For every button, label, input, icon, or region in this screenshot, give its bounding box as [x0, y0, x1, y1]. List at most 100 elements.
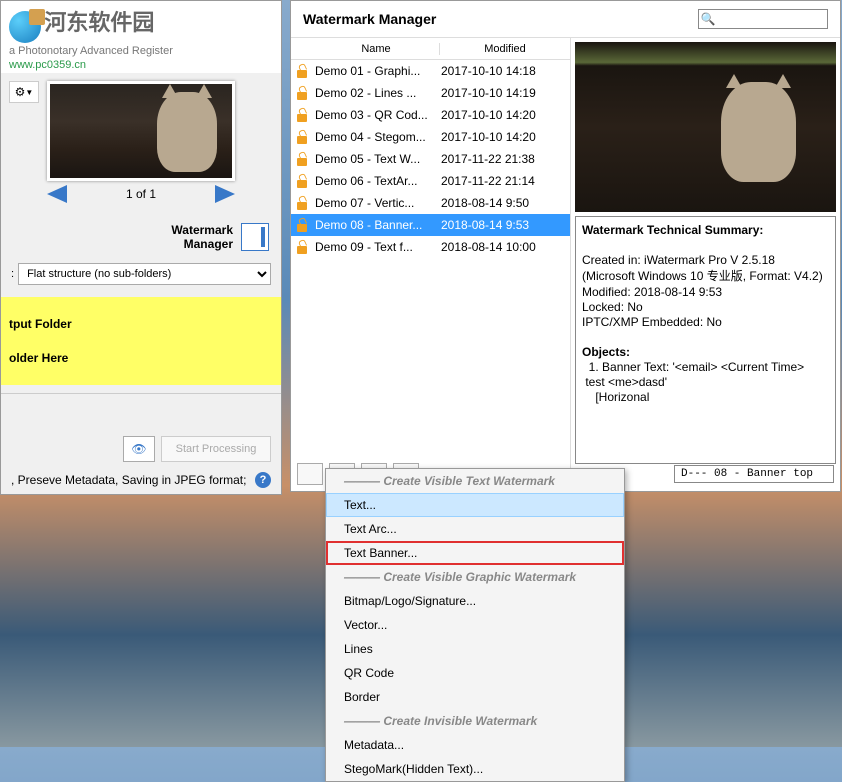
menu-border[interactable]: Border: [326, 685, 624, 709]
watermark-list: Name Modified Demo 01 - Graphi...2017-10…: [291, 38, 571, 468]
menu-vector[interactable]: Vector...: [326, 613, 624, 637]
lock-open-icon: [295, 86, 311, 100]
top-menu[interactable]: a Photonotary Advanced Register: [9, 45, 273, 57]
gear-button[interactable]: ⚙ ▼: [9, 81, 39, 103]
lock-open-icon: [295, 218, 311, 232]
help-icon[interactable]: ?: [255, 472, 271, 488]
preview-cat: [721, 82, 796, 182]
menu-text-arc[interactable]: Text Arc...: [326, 517, 624, 541]
lock-open-icon: [295, 152, 311, 166]
menu-bitmap[interactable]: Bitmap/Logo/Signature...: [326, 589, 624, 613]
watermark-modified: 2017-10-10 14:20: [441, 130, 566, 144]
left-panel: 河东软件园 a Photonotary Advanced Register ww…: [0, 0, 282, 495]
menu-header-invisible: Create Invisible Watermark: [326, 709, 624, 733]
column-modified[interactable]: Modified: [440, 43, 570, 55]
menu-lines[interactable]: Lines: [326, 637, 624, 661]
watermark-modified: 2018-08-14 10:00: [441, 240, 566, 254]
toolbar-btn-1[interactable]: [297, 463, 323, 485]
lock-open-icon: [295, 240, 311, 254]
watermark-row[interactable]: Demo 02 - Lines ...2017-10-10 14:19: [291, 82, 570, 104]
output-folder-text1: tput Folder: [9, 317, 273, 331]
watermark-modified: 2017-11-22 21:14: [441, 174, 566, 188]
watermark-row[interactable]: Demo 05 - Text W...2017-11-22 21:38: [291, 148, 570, 170]
next-arrow[interactable]: [215, 185, 235, 203]
watermark-modified: 2017-10-10 14:19: [441, 86, 566, 100]
start-processing-button[interactable]: Start Processing: [161, 436, 271, 462]
watermark-manager-panel: Watermark Manager 🔍 Name Modified Demo 0…: [290, 0, 841, 492]
technical-summary: Watermark Technical Summary: Created in:…: [575, 216, 836, 464]
thumbnail-frame: 1 of 1: [47, 81, 235, 203]
watermark-name: Demo 09 - Text f...: [315, 240, 441, 254]
watermark-name: Demo 03 - QR Cod...: [315, 108, 441, 122]
menu-metadata[interactable]: Metadata...: [326, 733, 624, 757]
process-row: 👁 Start Processing: [1, 432, 281, 466]
logo-area: 河东软件园 a Photonotary Advanced Register ww…: [1, 1, 281, 73]
output-folder-text2: older Here: [9, 351, 273, 365]
panel-header: Watermark Manager 🔍: [291, 1, 840, 38]
watermark-name: Demo 02 - Lines ...: [315, 86, 441, 100]
lock-open-icon: [295, 64, 311, 78]
watermark-row[interactable]: Demo 01 - Graphi...2017-10-10 14:18: [291, 60, 570, 82]
menu-header-visible-text: Create Visible Text Watermark: [326, 469, 624, 493]
watermark-name: Demo 04 - Stegom...: [315, 130, 441, 144]
watermark-modified: 2018-08-14 9:53: [441, 218, 566, 232]
lock-open-icon: [295, 174, 311, 188]
panel-title: Watermark Manager: [303, 11, 436, 27]
thumbnail-nav: 1 of 1: [47, 185, 235, 203]
menu-qr[interactable]: QR Code: [326, 661, 624, 685]
watermark-row[interactable]: Demo 09 - Text f...2018-08-14 10:00: [291, 236, 570, 258]
thumbnail-image[interactable]: [47, 81, 235, 181]
watermark-preview: [575, 42, 836, 212]
menu-stegomark[interactable]: StegoMark(Hidden Text)...: [326, 757, 624, 781]
watermark-name: Demo 08 - Banner...: [315, 218, 441, 232]
status-text: , Preseve Metadata, Saving in JPEG forma…: [11, 473, 246, 487]
structure-row: : Flat structure (no sub-folders): [1, 257, 281, 291]
menu-header-visible-graphic: Create Visible Graphic Watermark: [326, 565, 624, 589]
watermark-row[interactable]: Demo 08 - Banner...2018-08-14 9:53: [291, 214, 570, 236]
list-header: Name Modified: [291, 38, 570, 60]
watermark-row[interactable]: Demo 06 - TextAr...2017-11-22 21:14: [291, 170, 570, 192]
structure-select[interactable]: Flat structure (no sub-folders): [18, 263, 271, 285]
selected-watermark-label: D--- 08 - Banner top: [674, 465, 834, 483]
structure-label-colon: :: [11, 268, 14, 280]
search-box[interactable]: 🔍: [698, 9, 828, 29]
watermark-manager-button-row: Watermark Manager: [1, 217, 281, 257]
watermark-row[interactable]: Demo 07 - Vertic...2018-08-14 9:50: [291, 192, 570, 214]
search-icon: 🔍: [699, 12, 717, 26]
watermark-row[interactable]: Demo 03 - QR Cod...2017-10-10 14:20: [291, 104, 570, 126]
preview-button[interactable]: 👁: [123, 436, 155, 462]
watermark-modified: 2017-10-10 14:20: [441, 108, 566, 122]
watermark-modified: 2017-11-22 21:38: [441, 152, 566, 166]
site-name: 河东软件园: [44, 10, 154, 35]
site-url: www.pc0359.cn: [9, 59, 273, 71]
preview-area: Watermark Technical Summary: Created in:…: [571, 38, 840, 468]
lock-open-icon: [295, 130, 311, 144]
thumbnail-area: ⚙ ▼ 1 of 1: [1, 73, 281, 211]
menu-text[interactable]: Text...: [326, 493, 624, 517]
watermark-modified: 2018-08-14 9:50: [441, 196, 566, 210]
eye-icon: 👁: [131, 442, 146, 456]
image-counter: 1 of 1: [126, 187, 156, 201]
watermark-modified: 2017-10-10 14:18: [441, 64, 566, 78]
create-watermark-menu: Create Visible Text Watermark Text... Te…: [325, 468, 625, 782]
menu-text-banner[interactable]: Text Banner...: [326, 541, 624, 565]
status-row: , Preseve Metadata, Saving in JPEG forma…: [1, 466, 281, 494]
dropdown-icon: ▼: [25, 88, 33, 97]
output-folder-box[interactable]: tput Folder older Here: [1, 297, 281, 385]
lock-open-icon: [295, 196, 311, 210]
divider: [1, 393, 281, 394]
watermark-name: Demo 05 - Text W...: [315, 152, 441, 166]
watermark-manager-icon[interactable]: [241, 223, 269, 251]
cat-preview: [157, 92, 217, 172]
column-name[interactable]: Name: [313, 43, 440, 55]
lock-open-icon: [295, 108, 311, 122]
watermark-name: Demo 06 - TextAr...: [315, 174, 441, 188]
content-area: Name Modified Demo 01 - Graphi...2017-10…: [291, 38, 840, 468]
watermark-name: Demo 07 - Vertic...: [315, 196, 441, 210]
logo-icon: [9, 11, 41, 43]
watermark-manager-label: Watermark Manager: [171, 223, 233, 251]
watermark-name: Demo 01 - Graphi...: [315, 64, 441, 78]
gear-icon: ⚙: [15, 85, 26, 99]
watermark-row[interactable]: Demo 04 - Stegom...2017-10-10 14:20: [291, 126, 570, 148]
prev-arrow[interactable]: [47, 185, 67, 203]
